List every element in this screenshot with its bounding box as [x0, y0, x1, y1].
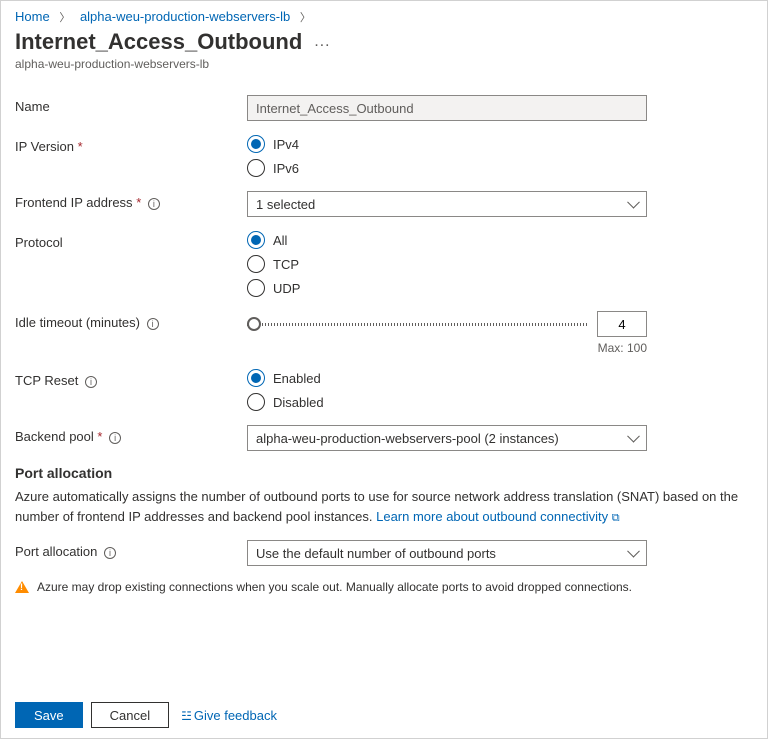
info-icon[interactable]: i: [85, 376, 97, 388]
frontend-ip-select[interactable]: 1 selected: [247, 191, 647, 217]
backend-pool-label: Backend pool * i: [15, 425, 247, 444]
radio-selected-icon: [247, 231, 265, 249]
chevron-right-icon: 〉: [59, 12, 70, 24]
port-allocation-heading: Port allocation: [15, 465, 753, 481]
ip-version-group: IPv4 IPv6: [247, 135, 647, 177]
feedback-icon: ☳: [181, 709, 192, 723]
info-icon[interactable]: i: [109, 432, 121, 444]
breadcrumb: Home 〉 alpha-weu-production-webservers-l…: [1, 1, 767, 29]
tcp-reset-disabled[interactable]: Disabled: [247, 393, 647, 411]
learn-more-link[interactable]: Learn more about outbound connectivity ⧉: [376, 509, 619, 524]
protocol-label: Protocol: [15, 231, 247, 250]
page-title: Internet_Access_Outbound: [15, 29, 302, 55]
give-feedback-link[interactable]: ☳Give feedback: [181, 708, 277, 723]
info-icon[interactable]: i: [148, 198, 160, 210]
info-icon[interactable]: i: [104, 547, 116, 559]
radio-icon: [247, 279, 265, 297]
footer: Save Cancel ☳Give feedback: [1, 692, 767, 738]
breadcrumb-home[interactable]: Home: [15, 9, 50, 24]
port-allocation-description: Azure automatically assigns the number o…: [15, 487, 753, 526]
port-allocation-label: Port allocation i: [15, 540, 247, 559]
slider-track: [247, 323, 587, 326]
radio-icon: [247, 255, 265, 273]
idle-timeout-label: Idle timeout (minutes) i: [15, 311, 247, 330]
external-link-icon: ⧉: [612, 512, 620, 524]
info-icon[interactable]: i: [147, 318, 159, 330]
slider-thumb-icon[interactable]: [247, 317, 261, 331]
ip-version-ipv6[interactable]: IPv6: [247, 159, 647, 177]
page-header: Internet_Access_Outbound ··· alpha-weu-p…: [1, 29, 767, 77]
name-label: Name: [15, 95, 247, 114]
name-input[interactable]: [247, 95, 647, 121]
radio-selected-icon: [247, 135, 265, 153]
radio-icon: [247, 393, 265, 411]
ip-version-ipv4[interactable]: IPv4: [247, 135, 647, 153]
save-button[interactable]: Save: [15, 702, 83, 728]
port-allocation-select[interactable]: Use the default number of outbound ports: [247, 540, 647, 566]
breadcrumb-parent[interactable]: alpha-weu-production-webservers-lb: [80, 9, 290, 24]
idle-timeout-slider[interactable]: [247, 315, 587, 333]
tcp-reset-label: TCP Reset i: [15, 369, 247, 388]
idle-timeout-input[interactable]: [597, 311, 647, 337]
protocol-group: All TCP UDP: [247, 231, 647, 297]
radio-icon: [247, 159, 265, 177]
tcp-reset-enabled[interactable]: Enabled: [247, 369, 647, 387]
radio-selected-icon: [247, 369, 265, 387]
ip-version-label: IP Version *: [15, 135, 247, 154]
idle-timeout-max: Max: 100: [247, 341, 647, 355]
protocol-udp[interactable]: UDP: [247, 279, 647, 297]
more-icon[interactable]: ···: [314, 37, 330, 54]
warning-alert: Azure may drop existing connections when…: [15, 580, 753, 594]
tcp-reset-group: Enabled Disabled: [247, 369, 647, 411]
backend-pool-select[interactable]: alpha-weu-production-webservers-pool (2 …: [247, 425, 647, 451]
protocol-all[interactable]: All: [247, 231, 647, 249]
warning-icon: [15, 581, 29, 593]
form-content: Name IP Version * IPv4 IPv6 Frontend IP …: [1, 77, 767, 692]
cancel-button[interactable]: Cancel: [91, 702, 169, 728]
chevron-right-icon: 〉: [300, 12, 311, 24]
page-subtitle: alpha-weu-production-webservers-lb: [15, 57, 753, 71]
frontend-ip-label: Frontend IP address * i: [15, 191, 247, 210]
protocol-tcp[interactable]: TCP: [247, 255, 647, 273]
warning-text: Azure may drop existing connections when…: [37, 580, 632, 594]
